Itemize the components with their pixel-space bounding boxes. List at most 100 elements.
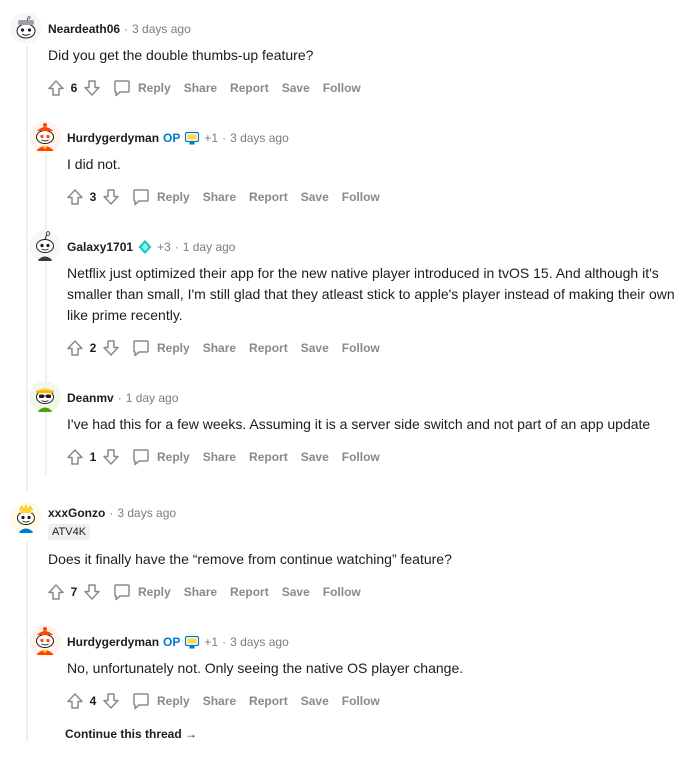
reply-icon[interactable] (131, 187, 151, 207)
avatar[interactable] (10, 12, 42, 44)
timestamp[interactable]: 3 days ago (230, 130, 289, 146)
report-button[interactable]: Report (249, 694, 288, 708)
avatar[interactable] (29, 381, 61, 413)
share-button[interactable]: Share (203, 341, 236, 355)
snoo-avatar-icon (29, 625, 61, 657)
reply-icon[interactable] (112, 78, 132, 98)
author-name[interactable]: Neardeath06 (48, 21, 120, 37)
downvote-icon (103, 189, 119, 205)
upvote-button[interactable] (65, 338, 85, 358)
thread-line[interactable] (26, 542, 28, 742)
report-button[interactable]: Report (249, 450, 288, 464)
save-button[interactable]: Save (301, 694, 329, 708)
avatar[interactable] (10, 502, 42, 534)
reply-button[interactable]: Reply (157, 190, 190, 204)
comment-actions: 7 Reply Share Report Save Follow (46, 580, 374, 604)
report-button[interactable]: Report (249, 341, 288, 355)
author-name[interactable]: xxxGonzo (48, 505, 105, 521)
timestamp[interactable]: 1 day ago (183, 239, 236, 255)
upvote-button[interactable] (46, 582, 66, 602)
thread-line[interactable] (26, 46, 28, 491)
downvote-button[interactable] (101, 447, 121, 467)
reply-button[interactable]: Reply (138, 585, 171, 599)
follow-button[interactable]: Follow (342, 190, 380, 204)
snoo-avatar-icon (10, 502, 42, 534)
snoo-avatar-icon (29, 230, 61, 262)
share-button[interactable]: Share (184, 585, 217, 599)
report-button[interactable]: Report (249, 190, 288, 204)
save-button[interactable]: Save (301, 190, 329, 204)
award-icon[interactable] (184, 634, 200, 650)
timestamp[interactable]: 3 days ago (230, 634, 289, 650)
reply-button[interactable]: Reply (157, 341, 190, 355)
downvote-button[interactable] (101, 338, 121, 358)
award-icon[interactable] (184, 130, 200, 146)
report-button[interactable]: Report (230, 81, 269, 95)
share-button[interactable]: Share (203, 450, 236, 464)
award-count: +1 (204, 635, 219, 649)
avatar[interactable] (29, 121, 61, 153)
reply-icon[interactable] (131, 338, 151, 358)
reply-icon[interactable] (112, 582, 132, 602)
reply-icon[interactable] (131, 691, 151, 711)
award-icon[interactable] (137, 239, 153, 255)
follow-button[interactable]: Follow (342, 694, 380, 708)
downvote-icon (103, 693, 119, 709)
author-name[interactable]: Hurdygerdyman (67, 634, 159, 650)
downvote-icon (84, 80, 100, 96)
upvote-icon (67, 693, 83, 709)
reply-icon[interactable] (131, 447, 151, 467)
save-button[interactable]: Save (301, 450, 329, 464)
upvote-button[interactable] (65, 447, 85, 467)
reply-button[interactable]: Reply (157, 694, 190, 708)
author-name[interactable]: Deanmv (67, 390, 114, 406)
share-button[interactable]: Share (184, 81, 217, 95)
upvote-button[interactable] (65, 187, 85, 207)
downvote-button[interactable] (101, 187, 121, 207)
reply-button[interactable]: Reply (157, 450, 190, 464)
continue-thread-link[interactable]: Continue this thread → (65, 727, 197, 741)
downvote-button[interactable] (82, 78, 102, 98)
award-count: +3 (157, 240, 171, 254)
follow-button[interactable]: Follow (342, 341, 380, 355)
score: 6 (70, 81, 78, 95)
author-name[interactable]: Galaxy1701 (67, 239, 133, 255)
reply-button[interactable]: Reply (138, 81, 171, 95)
follow-button[interactable]: Follow (323, 585, 361, 599)
share-button[interactable]: Share (203, 190, 236, 204)
separator-dot: · (222, 635, 227, 649)
follow-button[interactable]: Follow (342, 450, 380, 464)
upvote-button[interactable] (46, 78, 66, 98)
separator-dot: · (124, 22, 129, 36)
comment-actions: 6 Reply Share Report Save Follow (46, 76, 374, 100)
separator-dot: · (109, 506, 114, 520)
save-button[interactable]: Save (282, 81, 310, 95)
timestamp[interactable]: 3 days ago (132, 21, 191, 37)
op-badge: OP (163, 131, 181, 145)
comment-body: Netflix just optimized their app for the… (67, 265, 675, 323)
upvote-icon (67, 340, 83, 356)
score: 3 (89, 190, 97, 204)
avatar[interactable] (29, 625, 61, 657)
report-button[interactable]: Report (230, 585, 269, 599)
author-name[interactable]: Hurdygerdyman (67, 130, 159, 146)
downvote-button[interactable] (101, 691, 121, 711)
follow-button[interactable]: Follow (323, 81, 361, 95)
upvote-button[interactable] (65, 691, 85, 711)
save-button[interactable]: Save (301, 341, 329, 355)
thread-line[interactable] (45, 155, 47, 475)
timestamp[interactable]: 1 day ago (126, 390, 179, 406)
score: 1 (89, 450, 97, 464)
comment-body: I've had this for a few weeks. Assuming … (67, 416, 651, 432)
downvote-button[interactable] (82, 582, 102, 602)
timestamp[interactable]: 3 days ago (117, 505, 176, 521)
separator-dot: · (174, 240, 179, 254)
save-button[interactable]: Save (282, 585, 310, 599)
score: 2 (89, 341, 97, 355)
op-badge: OP (163, 635, 181, 649)
comment-actions: 4 Reply Share Report Save Follow (65, 689, 393, 713)
share-button[interactable]: Share (203, 694, 236, 708)
avatar[interactable] (29, 230, 61, 262)
score: 7 (70, 585, 78, 599)
comment-body: Did you get the double thumbs-up feature… (48, 47, 314, 63)
